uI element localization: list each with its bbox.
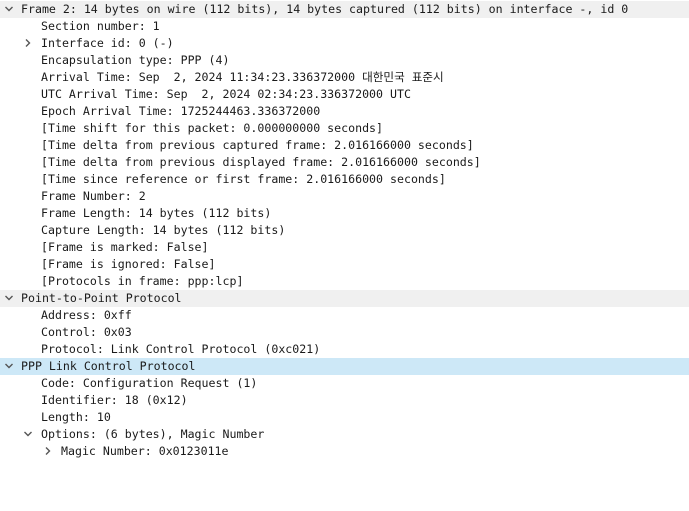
arrival-time-label: Arrival Time: Sep 2, 2024 11:34:23.33637… xyxy=(41,70,444,84)
tree-row-protocols-in-frame[interactable]: [Protocols in frame: ppp:lcp] xyxy=(0,273,689,290)
tree-row-encapsulation-type[interactable]: Encapsulation type: PPP (4) xyxy=(0,52,689,69)
tree-row-time-shift[interactable]: [Time shift for this packet: 0.000000000… xyxy=(0,120,689,137)
tree-row-magic-number[interactable]: Magic Number: 0x0123011e xyxy=(0,443,689,460)
chevron-right-icon[interactable] xyxy=(23,35,35,52)
tree-row-interface-id[interactable]: Interface id: 0 (-) xyxy=(0,35,689,52)
tree-row-frame-is-ignored[interactable]: [Frame is ignored: False] xyxy=(0,256,689,273)
utc-arrival-time-label: UTC Arrival Time: Sep 2, 2024 02:34:23.3… xyxy=(41,87,411,101)
tree-row-ppp-control[interactable]: Control: 0x03 xyxy=(0,324,689,341)
frame-is-marked-label: [Frame is marked: False] xyxy=(41,240,209,254)
tree-row-arrival-time[interactable]: Arrival Time: Sep 2, 2024 11:34:23.33637… xyxy=(0,69,689,86)
encapsulation-type-label: Encapsulation type: PPP (4) xyxy=(41,53,230,67)
tree-row-section-number[interactable]: Section number: 1 xyxy=(0,18,689,35)
tree-row-ppp[interactable]: Point-to-Point Protocol xyxy=(0,290,689,307)
lcp-identifier-label: Identifier: 18 (0x12) xyxy=(41,393,188,407)
tree-row-ppp-address[interactable]: Address: 0xff xyxy=(0,307,689,324)
chevron-down-icon[interactable] xyxy=(4,290,16,307)
chevron-down-icon[interactable] xyxy=(4,358,16,375)
tree-row-epoch-arrival-time[interactable]: Epoch Arrival Time: 1725244463.336372000 xyxy=(0,103,689,120)
frame-number-label: Frame Number: 2 xyxy=(41,189,146,203)
tree-row-frame-is-marked[interactable]: [Frame is marked: False] xyxy=(0,239,689,256)
tree-row-time-delta-captured[interactable]: [Time delta from previous captured frame… xyxy=(0,137,689,154)
packet-details-tree: Frame 2: 14 bytes on wire (112 bits), 14… xyxy=(0,0,689,485)
interface-id-label: Interface id: 0 (-) xyxy=(41,36,174,50)
frame-header-label: Frame 2: 14 bytes on wire (112 bits), 14… xyxy=(21,2,629,16)
tree-row-lcp[interactable]: PPP Link Control Protocol xyxy=(0,358,689,375)
time-since-reference-label: [Time since reference or first frame: 2.… xyxy=(41,172,446,186)
ppp-address-label: Address: 0xff xyxy=(41,308,132,322)
tree-row-ppp-protocol[interactable]: Protocol: Link Control Protocol (0xc021) xyxy=(0,341,689,358)
chevron-down-icon[interactable] xyxy=(4,1,16,18)
tree-row-lcp-length[interactable]: Length: 10 xyxy=(0,409,689,426)
lcp-options-label: Options: (6 bytes), Magic Number xyxy=(41,427,265,441)
tree-row-lcp-code[interactable]: Code: Configuration Request (1) xyxy=(0,375,689,392)
tree-row-frame-length[interactable]: Frame Length: 14 bytes (112 bits) xyxy=(0,205,689,222)
time-delta-captured-label: [Time delta from previous captured frame… xyxy=(41,138,474,152)
tree-row-time-since-reference[interactable]: [Time since reference or first frame: 2.… xyxy=(0,171,689,188)
tree-row-frame[interactable]: Frame 2: 14 bytes on wire (112 bits), 14… xyxy=(0,1,689,18)
protocols-in-frame-label: [Protocols in frame: ppp:lcp] xyxy=(41,274,244,288)
tree-row-lcp-options[interactable]: Options: (6 bytes), Magic Number xyxy=(0,426,689,443)
tree-row-capture-length[interactable]: Capture Length: 14 bytes (112 bits) xyxy=(0,222,689,239)
section-number-label: Section number: 1 xyxy=(41,19,160,33)
ppp-protocol-label: Protocol: Link Control Protocol (0xc021) xyxy=(41,342,321,356)
ppp-control-label: Control: 0x03 xyxy=(41,325,132,339)
magic-number-label: Magic Number: 0x0123011e xyxy=(61,444,229,458)
tree-row-lcp-identifier[interactable]: Identifier: 18 (0x12) xyxy=(0,392,689,409)
lcp-code-label: Code: Configuration Request (1) xyxy=(41,376,258,390)
capture-length-label: Capture Length: 14 bytes (112 bits) xyxy=(41,223,286,237)
frame-is-ignored-label: [Frame is ignored: False] xyxy=(41,257,216,271)
lcp-length-label: Length: 10 xyxy=(41,410,111,424)
time-delta-displayed-label: [Time delta from previous displayed fram… xyxy=(41,155,481,169)
time-shift-label: [Time shift for this packet: 0.000000000… xyxy=(41,121,384,135)
frame-length-label: Frame Length: 14 bytes (112 bits) xyxy=(41,206,272,220)
lcp-header-label: PPP Link Control Protocol xyxy=(21,359,196,373)
tree-row-time-delta-displayed[interactable]: [Time delta from previous displayed fram… xyxy=(0,154,689,171)
chevron-right-icon[interactable] xyxy=(43,443,55,460)
chevron-down-icon[interactable] xyxy=(23,426,35,443)
epoch-arrival-time-label: Epoch Arrival Time: 1725244463.336372000 xyxy=(41,104,321,118)
ppp-header-label: Point-to-Point Protocol xyxy=(21,291,182,305)
tree-row-frame-number[interactable]: Frame Number: 2 xyxy=(0,188,689,205)
tree-row-utc-arrival-time[interactable]: UTC Arrival Time: Sep 2, 2024 02:34:23.3… xyxy=(0,86,689,103)
